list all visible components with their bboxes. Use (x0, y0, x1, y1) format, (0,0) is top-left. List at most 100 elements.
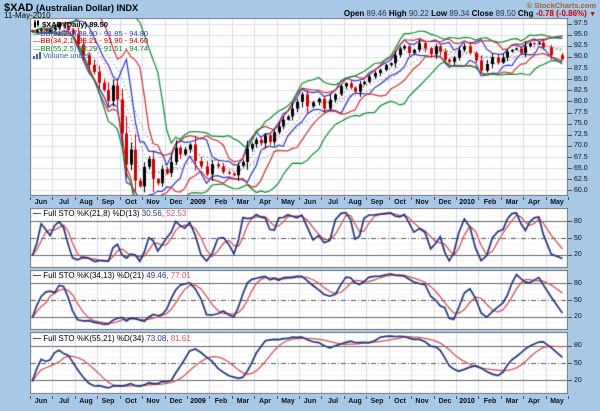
x-axis-tick (546, 197, 547, 200)
x-axis-tick (456, 197, 457, 200)
y-axis-tick (568, 190, 572, 191)
x-axis-tick (232, 197, 233, 200)
x-axis-tick (142, 197, 143, 200)
y-axis-tick (568, 46, 572, 47)
x-axis-label: Mar (237, 199, 249, 207)
x-axis-tick (277, 197, 278, 200)
x-axis-label: Feb (484, 398, 496, 406)
x-axis-label: Nov (415, 199, 428, 207)
y-axis-tick (568, 90, 572, 91)
chg-label: Chg (518, 9, 534, 18)
y-axis-tick (568, 35, 572, 36)
stoch2-legend: — Full STO %K(34,13) %D(21) 49.46, 77.01 (33, 271, 191, 280)
stoch2-label: Full STO %K(34,13) %D(21) (43, 271, 144, 280)
x-axis-tick (299, 396, 300, 399)
y-axis-tick (568, 79, 572, 80)
chg-value: -0.78 (-0.86%) (536, 9, 587, 18)
main-chart-legend: $XAD (Daily) 89.50 —BB(21,2.0) 88.90 - 9… (33, 20, 148, 61)
stoch1-dash: — (33, 209, 41, 218)
y-axis-tick (568, 255, 572, 256)
y-axis-tick (568, 317, 572, 318)
stoch1-d-value: 52.53 (166, 209, 186, 218)
y-axis-tick (568, 168, 572, 169)
x-axis-tick (434, 396, 435, 399)
y-axis-label: 87.5 (574, 65, 588, 72)
high-value: 90.22 (409, 9, 429, 18)
x-axis-tick (97, 197, 98, 200)
x-axis-label: Jul (328, 199, 338, 207)
y-axis-label: 62.5 (574, 176, 588, 183)
x-axis-label: Oct (125, 398, 137, 406)
x-axis-label: May (281, 199, 295, 207)
close-label: Close (472, 9, 494, 18)
x-axis-tick (75, 396, 76, 399)
stoch2-k-value: 49.46 (146, 271, 166, 280)
x-axis-tick (411, 197, 412, 200)
x-axis-tick (165, 396, 166, 399)
x-axis-label: Jun (304, 398, 316, 406)
y-axis-label: 50 (574, 360, 582, 367)
x-axis-label: Nov (146, 398, 159, 406)
y-axis-label: 65.0 (574, 165, 588, 172)
x-axis-tick (120, 197, 121, 200)
stoch1-legend: — Full STO %K(21,8) %D(13) 30.56, 52.53 (33, 209, 186, 218)
low-value: 89.34 (449, 9, 469, 18)
stoch3-dash: — (33, 334, 41, 343)
x-axis-label: 2010 (459, 398, 475, 406)
x-axis-tick (568, 197, 569, 200)
y-axis-label: 80 (574, 280, 582, 287)
y-axis-label: 67.5 (574, 154, 588, 161)
stoch3-legend: — Full STO %K(55,21) %D(34) 73.08, 81.61 (33, 334, 191, 343)
y-axis-label: 97.5 (574, 20, 588, 27)
y-axis-tick (568, 380, 572, 381)
open-value: 89.46 (367, 9, 387, 18)
stoch1-k-value: 30.56 (142, 209, 162, 218)
x-axis-tick (165, 197, 166, 200)
x-axis-tick (546, 396, 547, 399)
x-axis-tick (30, 396, 31, 399)
y-axis-tick (568, 124, 572, 125)
x-axis-label: Apr (528, 398, 540, 406)
y-axis-label: 20 (574, 377, 582, 384)
x-axis-label: Mar (237, 398, 249, 406)
x-axis-tick (478, 396, 479, 399)
y-axis-label: 50 (574, 297, 582, 304)
x-axis-tick (254, 396, 255, 399)
y-axis-tick (568, 221, 572, 222)
x-axis-tick (30, 197, 31, 200)
stoch1-label: Full STO %K(21,8) %D(13) (43, 209, 139, 218)
x-axis-label: Jun (35, 199, 47, 207)
y-axis-label: 60.0 (574, 187, 588, 194)
x-axis-label: 2010 (459, 199, 475, 207)
y-axis-tick (568, 300, 572, 301)
y-axis-tick (568, 157, 572, 158)
x-axis-label: Sep (102, 398, 115, 406)
y-axis-label: 70.0 (574, 142, 588, 149)
x-axis-tick (254, 197, 255, 200)
volume-legend: Volume undef (43, 51, 89, 60)
x-axis-tick (299, 197, 300, 200)
x-axis-label: Apr (259, 398, 271, 406)
x-axis-label: Jul (328, 398, 338, 406)
x-axis-label: Aug (348, 199, 362, 207)
low-label: Low (431, 9, 447, 18)
x-axis-label: May (550, 398, 564, 406)
x-axis-label: Apr (259, 199, 271, 207)
y-axis-tick (568, 101, 572, 102)
x-axis-label: Aug (348, 398, 362, 406)
x-axis-tick (478, 197, 479, 200)
x-axis-label: Mar (506, 398, 518, 406)
y-axis-label: 20 (574, 313, 582, 320)
y-axis-tick (568, 363, 572, 364)
x-axis-label: Feb (484, 199, 496, 207)
y-axis-tick (568, 283, 572, 284)
x-axis-tick (344, 197, 345, 200)
x-axis-label: Feb (215, 398, 227, 406)
x-axis-tick (142, 396, 143, 399)
x-axis-tick (321, 396, 322, 399)
x-axis-tick (568, 396, 569, 399)
ohlc-row: Open 89.46 High 90.22 Low 89.34 Close 89… (344, 9, 596, 18)
y-axis-tick (568, 24, 572, 25)
x-axis-label: Jul (59, 398, 69, 406)
high-label: High (389, 9, 407, 18)
